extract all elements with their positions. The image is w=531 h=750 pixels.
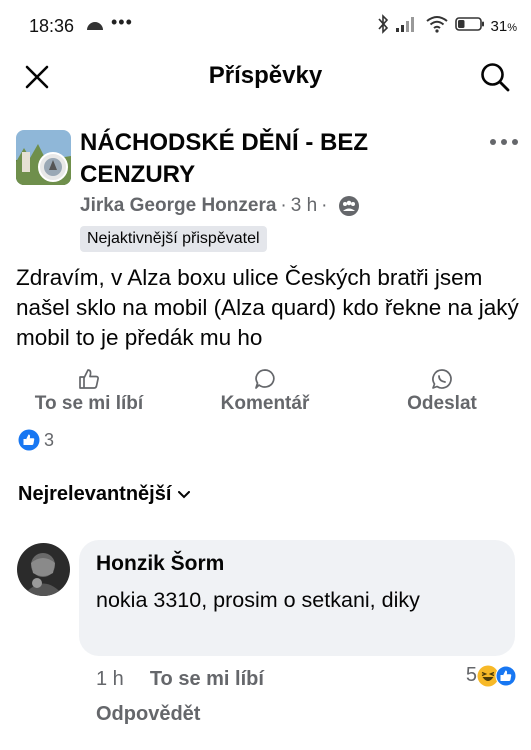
comment-author[interactable]: Honzik Šorm <box>96 552 224 576</box>
app-header: Příspěvky <box>0 52 531 104</box>
more-icon <box>490 139 518 145</box>
top-contributor-badge[interactable]: Nejaktivnější přispěvatel <box>80 226 267 252</box>
status-dots: ••• <box>111 12 133 32</box>
search-button[interactable] <box>479 61 511 93</box>
search-icon <box>481 63 510 92</box>
status-right: 31% <box>377 14 517 39</box>
post-actions: To se mi líbí Komentář Odeslat <box>0 368 531 420</box>
thumbs-up-icon <box>79 369 99 389</box>
wifi-icon <box>425 15 449 38</box>
cloud-icon <box>85 18 105 36</box>
like-label: To se mi líbí <box>34 393 144 414</box>
comment-label: Komentář <box>220 393 310 414</box>
reaction-count: 3 <box>44 429 55 450</box>
separator: · <box>321 195 328 216</box>
comment-text: nokia 3310, prosim o setkani, diky <box>96 588 420 612</box>
author-name[interactable]: Jirka George Honzera <box>80 195 276 217</box>
author-line: Jirka George Honzera · 3 h · <box>80 195 360 217</box>
comment-bubble: Honzik Šorm nokia 3310, prosim o setkani… <box>79 540 515 656</box>
like-reaction-icon <box>18 429 40 451</box>
comment-reactions[interactable]: 5 <box>466 664 517 687</box>
comment-reaction-count: 5 <box>465 664 477 686</box>
comment-like-button[interactable]: To se mi líbí <box>150 668 264 691</box>
send-label: Odeslat <box>407 393 477 414</box>
more-options-button[interactable] <box>489 126 519 154</box>
chevron-down-icon <box>178 490 191 498</box>
group-avatar[interactable] <box>16 130 71 185</box>
like-button[interactable]: To se mi líbí <box>28 368 150 415</box>
battery-icon <box>454 16 485 37</box>
battery-percent: 31% <box>490 18 517 35</box>
send-whatsapp-button[interactable]: Odeslat <box>396 368 488 415</box>
post-text: Zdravím, v Alza boxu ulice Českých bratř… <box>16 265 519 350</box>
group-name[interactable]: NÁCHODSKÉ DĚNÍ - BEZ CENZURY <box>80 127 440 191</box>
bluetooth-icon <box>377 14 389 39</box>
comment-time[interactable]: 1 h <box>96 668 124 691</box>
post-reactions[interactable]: 3 <box>18 429 54 451</box>
status-time: 18:36 <box>29 16 75 36</box>
post-time[interactable]: 3 h <box>291 195 317 217</box>
reply-button[interactable]: Odpovědět <box>96 703 200 726</box>
sort-label: Nejrelevantnější <box>18 483 172 505</box>
status-bar: 18:36 ••• 31% <box>0 0 531 52</box>
comment-button[interactable]: Komentář <box>206 368 324 415</box>
like-reaction-icon <box>495 665 517 687</box>
comment-avatar[interactable] <box>17 543 70 596</box>
page-title: Příspěvky <box>208 62 323 89</box>
comment-icon <box>255 369 275 389</box>
whatsapp-icon <box>432 369 452 389</box>
comment-meta: 1 h To se mi líbí <box>96 668 264 691</box>
signal-icon <box>395 15 419 38</box>
separator: · <box>280 195 287 216</box>
comments-sort-dropdown[interactable]: Nejrelevantnější <box>18 483 191 506</box>
group-members-icon <box>338 195 360 217</box>
